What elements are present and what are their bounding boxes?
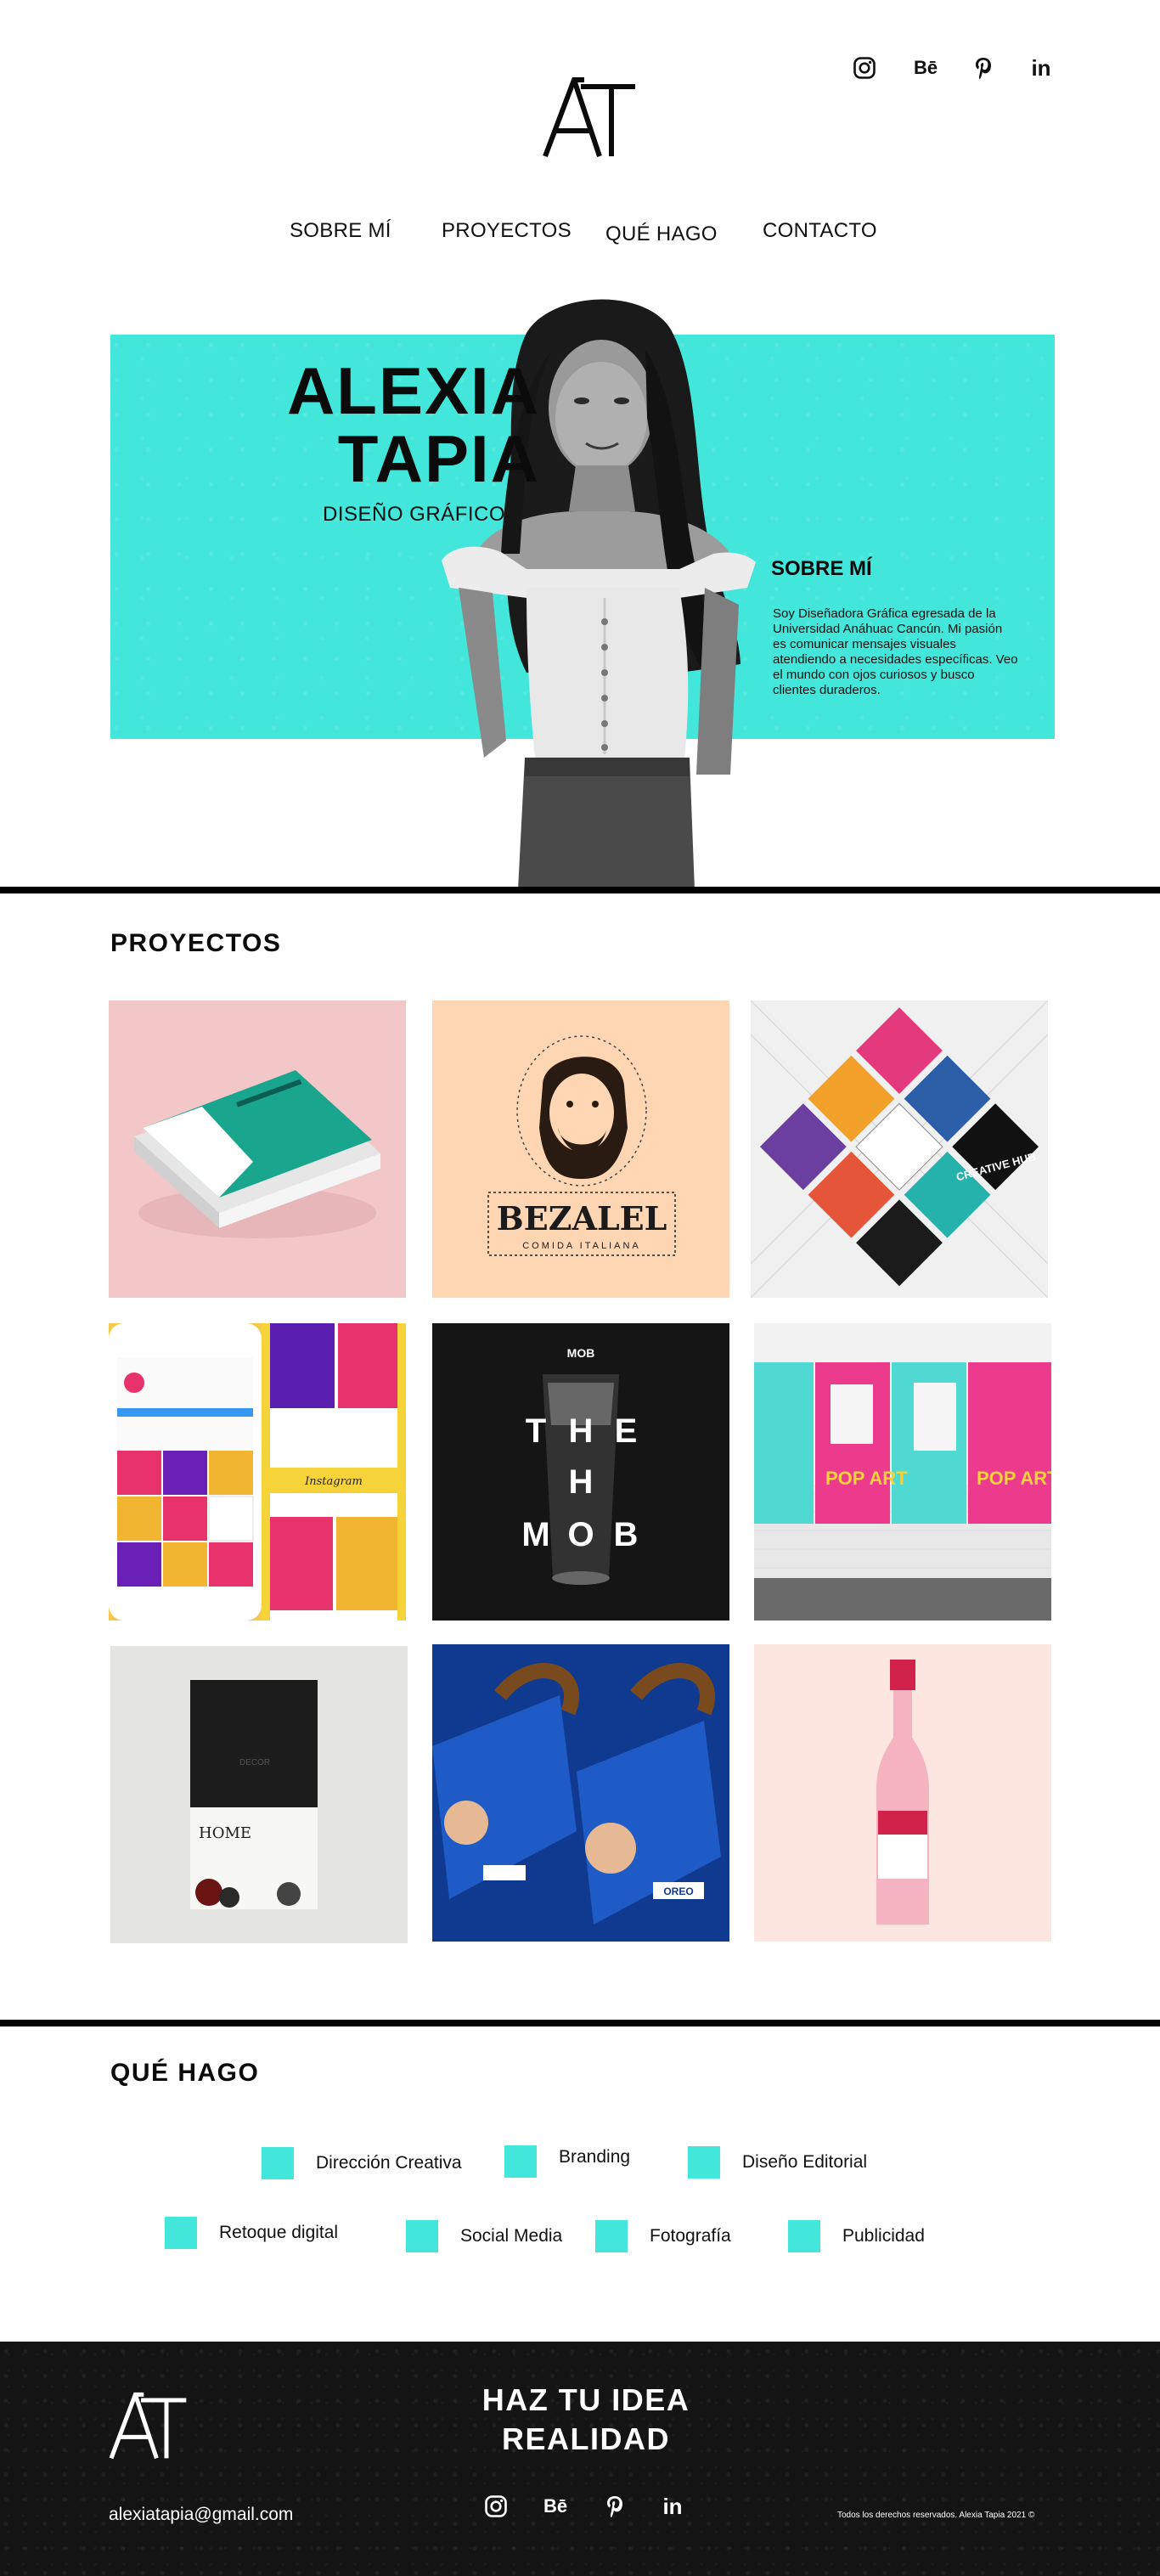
service-social-media[interactable]: Social Media xyxy=(406,2220,562,2252)
service-fotografia[interactable]: Fotografía xyxy=(595,2220,731,2252)
service-label: Publicidad xyxy=(842,2226,925,2246)
mob-badge: MOB xyxy=(567,1346,595,1360)
instagram-icon xyxy=(853,57,876,79)
behance-icon: Bē xyxy=(543,2495,568,2517)
about-text: Soy Diseñadora Gráfica egresada de la Un… xyxy=(773,606,1018,697)
service-diseno-editorial[interactable]: Diseño Editorial xyxy=(688,2146,867,2179)
pinterest-link[interactable] xyxy=(971,56,995,80)
pinterest-icon xyxy=(976,58,991,79)
mob-letter-m: M xyxy=(521,1516,549,1553)
footer-cta-line2: REALIDAD xyxy=(502,2421,670,2456)
service-bullet xyxy=(595,2220,628,2252)
mob-letter-t: T xyxy=(526,1412,546,1450)
service-label: Branding xyxy=(559,2147,631,2167)
linkedin-icon: in xyxy=(1031,54,1051,81)
instagram-icon xyxy=(485,2495,507,2517)
service-label: Diseño Editorial xyxy=(742,2152,868,2172)
service-label: Retoque digital xyxy=(219,2223,339,2242)
bezalel-brand: BEZALEL xyxy=(497,1199,667,1237)
footer-logo[interactable] xyxy=(107,2389,192,2462)
service-retoque-digital[interactable]: Retoque digital xyxy=(165,2217,338,2249)
footer-pinterest-link[interactable] xyxy=(603,2494,627,2518)
main-nav: SOBRE MÍ PROYECTOS QUÉ HAGO CONTACTO xyxy=(0,219,1160,250)
services-title: QUÉ HAGO xyxy=(110,2059,260,2087)
hero-name: ALEXIA TAPIA xyxy=(234,357,540,493)
footer-cta: HAZ TU IDEA REALIDAD xyxy=(442,2381,730,2459)
mob-letter-o: O xyxy=(567,1516,594,1553)
project-tile-creative-hub[interactable]: CREATIVE HUB xyxy=(751,1001,1048,1298)
service-branding[interactable]: Branding xyxy=(504,2145,630,2178)
nav-proyectos[interactable]: PROYECTOS xyxy=(442,219,572,243)
mob-letter-b: B xyxy=(614,1516,639,1553)
service-publicidad[interactable]: Publicidad xyxy=(788,2220,925,2252)
project-tile-instagram[interactable]: Instagram xyxy=(109,1323,406,1621)
instagram-link[interactable] xyxy=(853,56,876,80)
nav-contacto[interactable]: CONTACTO xyxy=(763,219,877,243)
footer-instagram-link[interactable] xyxy=(484,2494,508,2518)
service-bullet xyxy=(262,2147,294,2179)
mob-letter-h: H xyxy=(569,1412,594,1450)
project-tile-wine[interactable] xyxy=(754,1644,1051,1942)
footer-copyright: Todos los derechos reservados. Alexia Ta… xyxy=(837,2511,1035,2520)
behance-link[interactable]: Bē xyxy=(914,56,938,80)
site-logo[interactable] xyxy=(540,75,642,160)
svg-text:DECOR: DECOR xyxy=(239,1758,270,1767)
footer-behance-link[interactable]: Bē xyxy=(543,2494,567,2518)
pinterest-icon xyxy=(607,2496,622,2517)
pop-art-text-1: POP ART xyxy=(825,1468,908,1489)
nav-sobre-mi[interactable]: SOBRE MÍ xyxy=(290,219,391,243)
pop-art-text-2: POP ART xyxy=(977,1468,1051,1489)
project-tile-bezalel[interactable]: BEZALEL COMIDA ITALIANA xyxy=(432,1001,729,1298)
project-tile-home[interactable]: DECOR HOME xyxy=(110,1646,408,1943)
footer-email[interactable]: alexiatapia@gmail.com xyxy=(109,2505,293,2525)
section-divider xyxy=(0,2020,1160,2026)
footer-cta-line1: HAZ TU IDEA xyxy=(481,2382,690,2417)
service-bullet xyxy=(406,2220,438,2252)
project-tile-book[interactable] xyxy=(109,1001,406,1298)
footer-linkedin-link[interactable]: in xyxy=(661,2493,684,2519)
service-label: Social Media xyxy=(460,2226,563,2246)
linkedin-icon: in xyxy=(662,2493,683,2519)
linkedin-link[interactable]: in xyxy=(1029,54,1053,81)
service-bullet xyxy=(165,2217,197,2249)
section-divider xyxy=(0,887,1160,893)
nav-que-hago[interactable]: QUÉ HAGO xyxy=(605,223,718,246)
project-tile-oreo[interactable]: OREO xyxy=(432,1644,729,1942)
project-tile-the-mob[interactable]: MOB T H E H M O B xyxy=(432,1323,729,1621)
home-text: HOME xyxy=(199,1824,251,1842)
mob-letter-e: E xyxy=(615,1412,638,1450)
about-title: SOBRE MÍ xyxy=(771,557,872,580)
service-bullet xyxy=(788,2220,820,2252)
service-direccion-creativa[interactable]: Dirección Creativa xyxy=(262,2147,462,2179)
behance-icon: Bē xyxy=(913,57,938,78)
service-bullet xyxy=(688,2146,720,2179)
oreo-brand: OREO xyxy=(663,1885,693,1897)
instagram-caption: Instagram xyxy=(304,1475,363,1488)
service-label: Dirección Creativa xyxy=(316,2153,462,2173)
bezalel-tagline: COMIDA ITALIANA xyxy=(522,1241,641,1251)
project-tile-pop-art[interactable]: POP ART POP ART xyxy=(754,1323,1051,1621)
footer: HAZ TU IDEA REALIDAD alexiatapia@gmail.c… xyxy=(0,2342,1160,2576)
hero-name-first: ALEXIA xyxy=(286,353,540,428)
hero-role: DISEÑO GRÁFICO xyxy=(323,503,506,526)
mob-letter-h2: H xyxy=(569,1463,594,1501)
hero-name-last: TAPIA xyxy=(337,421,540,496)
service-bullet xyxy=(504,2145,537,2178)
service-label: Fotografía xyxy=(650,2226,731,2246)
projects-title: PROYECTOS xyxy=(110,929,282,957)
